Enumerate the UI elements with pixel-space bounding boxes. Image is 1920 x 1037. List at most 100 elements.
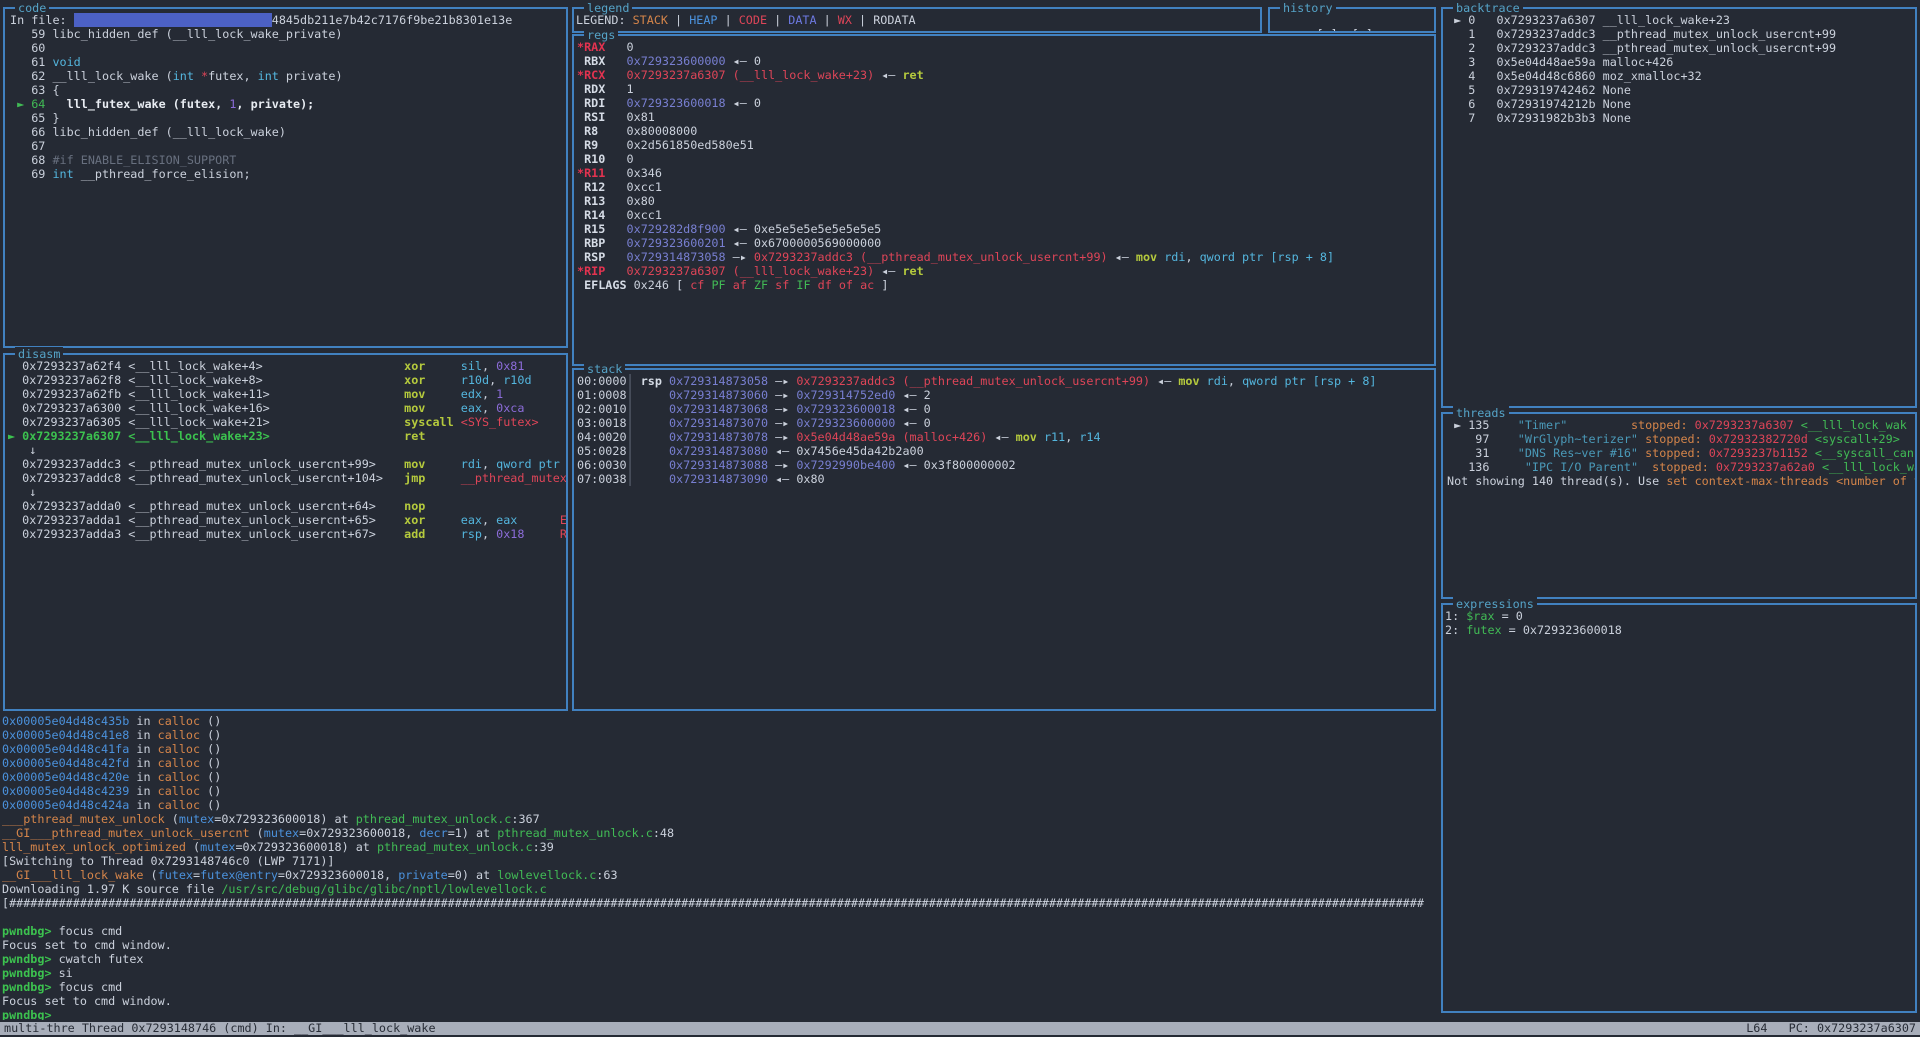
text-segment: Downloading 1.97 K source file	[2, 882, 221, 896]
text-segment: =0x729323600018,	[299, 826, 419, 840]
text-segment: 0x7293237addc8 <__pthread_mutex_unlock_u…	[8, 471, 404, 485]
terminal-line: __GI___pthread_mutex_unlock_usercnt (mut…	[2, 826, 1439, 840]
text-segment: HEAP	[689, 13, 717, 27]
text-segment	[634, 430, 669, 444]
text-segment	[425, 527, 460, 541]
text-segment: RCX	[584, 68, 605, 82]
text-segment: 07:0038	[577, 472, 627, 486]
text-segment: stopped:	[1652, 460, 1716, 474]
terminal-line: 97 "WrGlyph~terizer" stopped: 0x72932382…	[1447, 432, 1915, 446]
text-segment: focus cmd	[59, 924, 123, 938]
terminal-line: R10 0	[577, 152, 1434, 166]
text-segment: (	[165, 812, 179, 826]
text-segment: 0x00005e04d48c41fa	[2, 742, 129, 756]
text-segment: =0) at	[448, 868, 498, 882]
text-segment: CODE	[739, 13, 767, 27]
text-segment: 7 0x72931982b3b3 None	[1447, 111, 1631, 125]
text-segment: 0x729314873060	[669, 388, 768, 402]
text-segment: "DNS Res~ver #16"	[1518, 446, 1638, 460]
text-segment: 5 0x729319742462 None	[1447, 83, 1631, 97]
terminal-line: R8 0x80008000	[577, 124, 1434, 138]
terminal-line: R12 0xcc1	[577, 180, 1434, 194]
text-segment: ,	[482, 387, 496, 401]
text-segment	[627, 278, 634, 292]
text-segment	[425, 513, 460, 527]
text-segment: mov	[1016, 430, 1037, 444]
text-segment: ◂— 0xe5e5e5e5e5e5e5e5	[726, 222, 882, 236]
text-segment: —▸	[768, 458, 796, 472]
stack-panel: stack 00:0000│ rsp 0x729314873058 —▸ 0x7…	[572, 368, 1436, 711]
text-segment: 0x7292990be400	[796, 458, 895, 472]
text-segment: mov	[1178, 374, 1199, 388]
text-segment: lll_futex_wake (futex,	[67, 97, 230, 111]
text-segment	[1489, 446, 1517, 460]
text-segment: qword ptr [rsp + 8]	[1200, 250, 1334, 264]
text-segment: sf	[775, 278, 789, 292]
text-segment: 0x729323600000	[796, 416, 895, 430]
text-segment: ,	[482, 527, 496, 541]
text-segment	[1489, 432, 1517, 446]
text-segment: <SYS_futex>	[461, 415, 539, 429]
text-segment: /usr/src/debug/glibc/glibc/nptl/lowlevel…	[221, 882, 546, 896]
terminal-line: 6 0x72931974212b None	[1447, 97, 1915, 111]
text-segment: Not showing 140 thread(s). Use	[1447, 474, 1666, 488]
text-segment: ◂—	[874, 264, 902, 278]
terminal-line: R15 0x729282d8f900 ◂— 0xe5e5e5e5e5e5e5e5	[577, 222, 1434, 236]
text-segment: ◂— 2	[895, 388, 930, 402]
text-segment: 0x7293237a62f8 <__lll_lock_wake+8>	[8, 373, 404, 387]
text-segment: __pthread_force_elision;	[74, 167, 251, 181]
text-segment: —▸	[768, 374, 796, 388]
text-segment: :39	[533, 840, 554, 854]
terminal-line: 0x7293237a6305 <__lll_lock_wake+21> sysc…	[8, 415, 566, 429]
terminal-line: *RCX 0x7293237a6307 (__lll_lock_wake+23)…	[577, 68, 1434, 82]
text-segment: pwndbg>	[2, 952, 59, 966]
text-segment: ret	[404, 429, 425, 443]
text-segment: = 0	[1495, 609, 1523, 623]
text-segment: ,	[482, 359, 496, 373]
text-segment: ()	[200, 784, 221, 798]
text-segment	[605, 82, 626, 96]
text-segment: 69	[10, 167, 52, 181]
terminal-line: 0x00005e04d48c424a in calloc ()	[2, 798, 1439, 812]
text-segment: 0x729314873068	[669, 402, 768, 416]
text-segment: ()	[200, 770, 221, 784]
terminal-line: 66 libc_hidden_def (__lll_lock_wake)	[10, 125, 566, 139]
terminal-line: 03:0018│ 0x729314873070 —▸ 0x72932360000…	[577, 416, 1434, 430]
text-segment: cf	[690, 278, 704, 292]
text-segment: |	[767, 13, 788, 27]
text-segment: ◂— 0	[895, 416, 930, 430]
terminal-line: pwndbg> cwatch futex	[2, 952, 1439, 966]
text-segment	[605, 250, 626, 264]
terminal-line: 0x7293237a62f4 <__lll_lock_wake+4> xor s…	[8, 359, 566, 373]
text-segment: focus cmd	[59, 980, 123, 994]
text-segment: qword ptr [rsp + 8]	[1242, 374, 1376, 388]
text-segment: 0x729314873090	[669, 472, 768, 486]
text-segment: ↓	[8, 485, 36, 499]
text-segment: 06:0030	[577, 458, 627, 472]
text-segment: af	[733, 278, 747, 292]
text-segment: "IPC I/O Parent"	[1525, 460, 1638, 474]
terminal-line: 0x00005e04d48c420e in calloc ()	[2, 770, 1439, 784]
text-segment: #if ENABLE_ELISION_SUPPORT	[52, 153, 236, 167]
text-segment: ◂— 0x6700000569000000	[726, 236, 882, 250]
command-output[interactable]: 0x00005e04d48c435b in calloc ()0x00005e0…	[0, 714, 1439, 1020]
text-segment: pwndbg>	[2, 1008, 59, 1020]
history-forward-button[interactable]: [→]	[1352, 27, 1373, 31]
text-segment: r10d	[503, 373, 531, 387]
text-segment: In file:	[10, 13, 74, 27]
code-source-view: In file: 4845db211e7b42c7176f9be21b8301e…	[5, 11, 566, 346]
text-segment: syscall	[404, 415, 454, 429]
terminal-line: 0x7293237addc3 <__pthread_mutex_unlock_u…	[8, 457, 566, 471]
terminal-line: 62 __lll_lock_wake (int *futex, int priv…	[10, 69, 566, 83]
text-segment: pwndbg>	[2, 980, 59, 994]
text-segment: 0x00005e04d48c424a	[2, 798, 129, 812]
text-segment	[1489, 460, 1524, 474]
terminal-line: 2 0x7293237addc3 __pthread_mutex_unlock_…	[1447, 41, 1915, 55]
text-segment: 59 libc_hidden_def (__lll_lock_wake_priv…	[10, 27, 342, 41]
text-segment: 0x7293237addc3 (__pthread_mutex_unlock_u…	[796, 374, 1150, 388]
text-segment: —▸	[768, 388, 796, 402]
text-segment	[605, 166, 626, 180]
history-panel: history [←][→]	[1268, 7, 1436, 33]
text-segment: ()	[200, 714, 221, 728]
history-back-button[interactable]: [←]	[1316, 27, 1337, 31]
